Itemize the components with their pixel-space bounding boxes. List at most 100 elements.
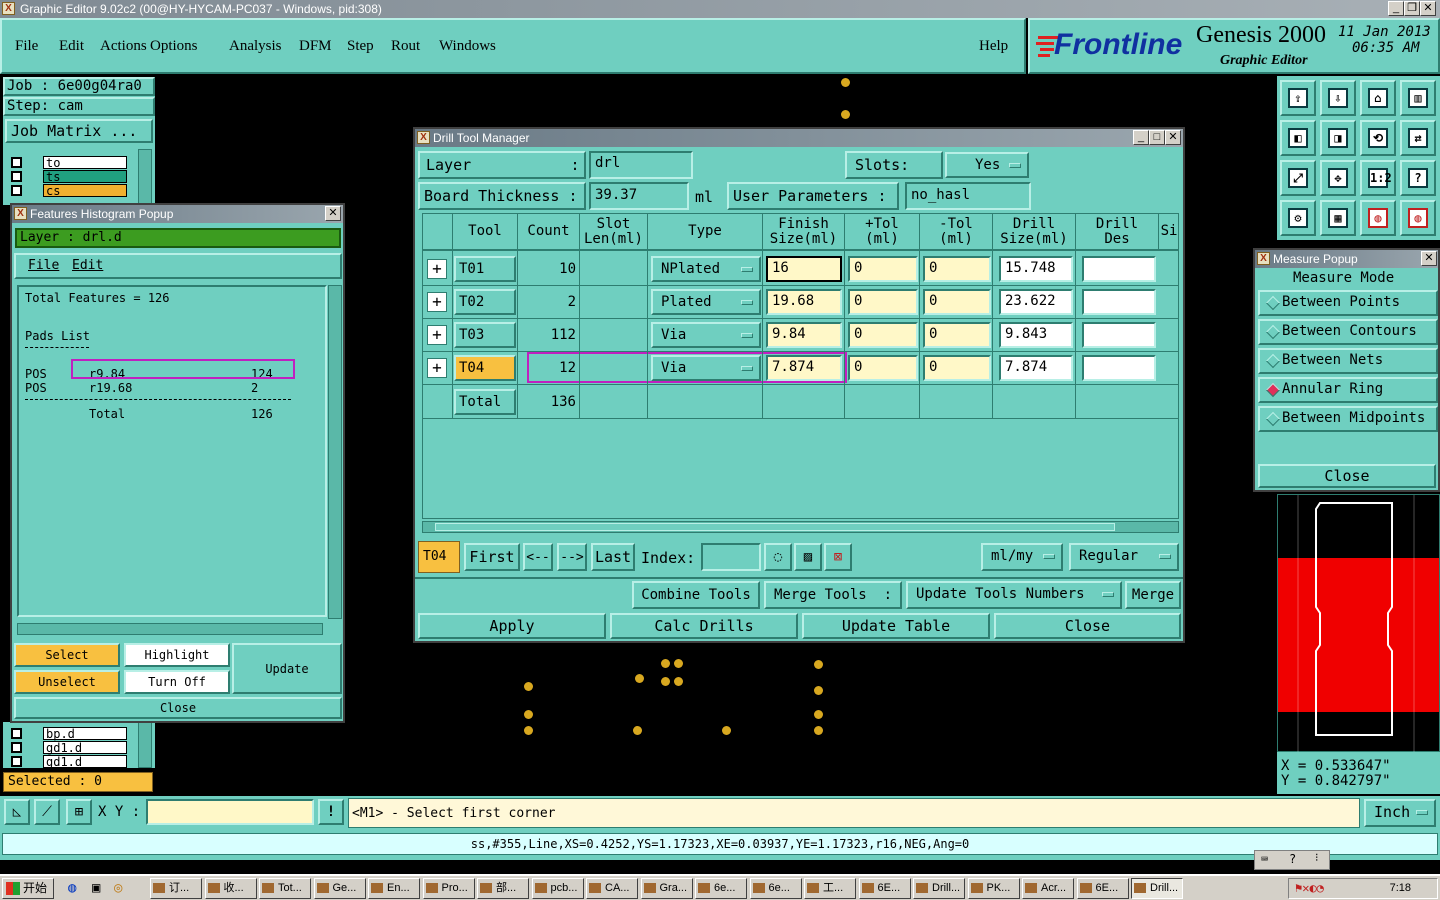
measure-close-icon[interactable]: ✕ (1421, 251, 1437, 266)
turn-off-button[interactable]: Turn Off (124, 670, 230, 694)
taskbar-item[interactable]: 6E... (858, 878, 911, 899)
cancel-icon[interactable]: ⊠ (824, 543, 852, 571)
measure-close-button[interactable]: Close (1258, 464, 1436, 488)
layer-checkbox[interactable] (11, 728, 22, 739)
question-icon[interactable]: ? (1400, 160, 1436, 196)
update-button[interactable]: Update (232, 643, 342, 694)
histogram-vscroll[interactable] (328, 285, 342, 619)
upload-icon[interactable]: ⇪ (1280, 80, 1316, 116)
select-button[interactable]: Select (14, 643, 120, 667)
finish-size-input[interactable]: 9.84 (766, 322, 842, 348)
dtm-minimize-icon[interactable]: _ (1133, 130, 1149, 145)
taskbar-item[interactable]: PK... (967, 878, 1020, 899)
drill-size-input[interactable]: 15.748 (999, 256, 1073, 282)
layer-row[interactable]: gd1.d (9, 755, 127, 769)
expand-icon[interactable]: + (427, 259, 447, 279)
minus-tol-input[interactable]: 0 (923, 355, 991, 381)
taskbar-item[interactable]: Acr... (1022, 878, 1074, 899)
taskbar-item[interactable]: Drill... (1131, 878, 1183, 899)
taskbar-item[interactable]: 订... (150, 878, 202, 899)
layer-checkbox[interactable] (11, 157, 22, 168)
menu-analysis[interactable]: Analysis (229, 38, 282, 55)
expand-icon[interactable]: + (427, 325, 447, 345)
taskbar-item[interactable]: 部... (477, 878, 529, 899)
tool-button[interactable]: T04 (454, 355, 516, 381)
tool-button[interactable]: T03 (454, 322, 516, 348)
layer-checkbox[interactable] (11, 742, 22, 753)
update-numbers-select[interactable]: Update Tools Numbers (906, 581, 1122, 609)
taskbar-item[interactable]: 6e... (695, 878, 747, 899)
xy-input[interactable] (146, 799, 314, 825)
drill-des-input[interactable] (1082, 256, 1156, 282)
taskbar-item[interactable]: Drill... (913, 878, 965, 899)
type-select[interactable]: Via (651, 322, 761, 348)
measure-option[interactable]: Between Points (1258, 290, 1438, 316)
prev-button[interactable]: <-- (523, 543, 553, 571)
histogram-close-button[interactable]: Close (14, 697, 342, 719)
fit-icon[interactable]: ⤢ (1280, 160, 1316, 196)
merge-button[interactable]: Merge (1125, 581, 1181, 609)
index-field[interactable] (701, 543, 761, 571)
next-button[interactable]: --> (557, 543, 587, 571)
ie-icon[interactable]: ◍ (68, 880, 76, 896)
dtm-maximize-icon[interactable]: □ (1149, 130, 1165, 145)
drill-size-input[interactable]: 7.874 (999, 355, 1073, 381)
right-arrow-icon[interactable]: ◨ (1320, 120, 1356, 156)
expand-icon[interactable]: + (427, 292, 447, 312)
measure-option[interactable]: Annular Ring (1258, 377, 1438, 403)
histogram-menu-edit[interactable]: Edit (72, 258, 103, 273)
layer-row[interactable]: ts (9, 170, 127, 184)
help-icon[interactable]: ? (1289, 852, 1296, 866)
drill-size-input[interactable]: 23.622 (999, 289, 1073, 315)
layer-checkbox[interactable] (11, 185, 22, 196)
measure-option[interactable]: Between Midpoints (1258, 406, 1438, 432)
update-table-button[interactable]: Update Table (802, 613, 990, 639)
layer-scrollbar[interactable] (138, 149, 152, 205)
menu-dfm[interactable]: DFM (299, 38, 332, 55)
histogram-menu-file[interactable]: File (28, 258, 59, 273)
menu-help[interactable]: Help (979, 38, 1008, 55)
start-button[interactable]: 开始 (2, 878, 54, 899)
keyboard-icon[interactable]: ⌨ (1261, 852, 1268, 866)
dtm-close-icon[interactable]: ✕ (1165, 130, 1181, 145)
menu-windows[interactable]: Windows (439, 38, 496, 55)
layer-row[interactable]: gd1.d (9, 741, 127, 755)
tools-icon[interactable]: ⚙ (1280, 200, 1316, 236)
taskbar-item[interactable]: 6E... (1076, 878, 1129, 899)
layer-scrollbar-bottom[interactable] (138, 722, 152, 768)
type-select[interactable]: Via (651, 355, 761, 381)
taskbar-item[interactable]: Ge... (313, 878, 366, 899)
measure-option[interactable]: Between Nets (1258, 348, 1438, 374)
taskbar-item[interactable]: Tot... (259, 878, 311, 899)
drill-des-input[interactable] (1082, 322, 1156, 348)
thickness-field[interactable]: 39.37 (589, 182, 689, 210)
menu-step[interactable]: Step (347, 38, 374, 55)
taskbar-item[interactable]: CA... (586, 878, 638, 899)
pan-icon[interactable]: ✥ (1320, 160, 1356, 196)
histogram-close-icon[interactable]: ✕ (325, 206, 341, 221)
menu-options[interactable]: Options (150, 38, 198, 55)
finish-size-input[interactable]: 19.68 (766, 289, 842, 315)
media-icon[interactable]: ◎ (114, 880, 122, 896)
drill-des-input[interactable] (1082, 355, 1156, 381)
finish-size-input[interactable]: 16 (766, 256, 842, 282)
left-arrow-icon[interactable]: ◧ (1280, 120, 1316, 156)
slots-select[interactable]: Yes (945, 152, 1029, 178)
measure-option[interactable]: Between Contours (1258, 319, 1438, 345)
layer-checkbox[interactable] (11, 171, 22, 182)
plus-tol-input[interactable]: 0 (848, 289, 918, 315)
layer-row[interactable]: bp.d (9, 727, 127, 741)
user-params-field[interactable]: no_hasl (905, 182, 1031, 210)
taskbar-item[interactable]: Pro... (422, 878, 475, 899)
drill-red2-icon[interactable]: ◍ (1400, 200, 1436, 236)
type-select[interactable]: Plated (651, 289, 761, 315)
info-icon[interactable]: ! (318, 799, 344, 825)
highlight-button[interactable]: Highlight (124, 643, 230, 667)
download-icon[interactable]: ⇩ (1320, 80, 1356, 116)
drill-des-input[interactable] (1082, 289, 1156, 315)
last-button[interactable]: Last (591, 543, 635, 571)
drill-size-input[interactable]: 9.843 (999, 322, 1073, 348)
mirror-icon[interactable]: ⟲ (1360, 120, 1396, 156)
menu-edit[interactable]: Edit (59, 38, 84, 55)
menu-file[interactable]: File (15, 38, 38, 55)
